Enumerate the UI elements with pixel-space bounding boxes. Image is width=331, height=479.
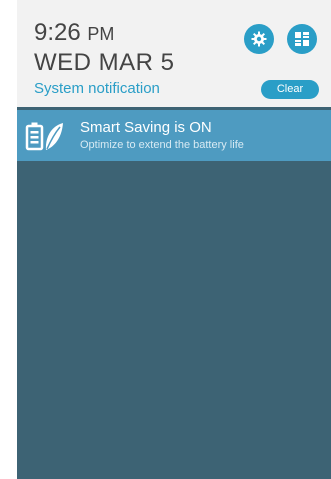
date-label: WED MAR 5 [34,49,175,76]
settings-button[interactable] [244,24,274,54]
notification-title: Smart Saving is ON [80,119,212,136]
clock-time: 9:26 [34,19,81,46]
notification-body: Optimize to extend the battery life [80,139,244,151]
clear-button[interactable]: Clear [261,80,319,99]
clock-ampm: PM [87,24,115,44]
notification-shade: 9:26 PM WED MAR 5 System notification Cl… [17,0,331,479]
battery-leaf-icon [25,122,63,151]
quick-settings-button[interactable] [287,24,317,54]
section-title: System notification [34,80,160,97]
gear-icon [251,31,267,47]
notification-header: 9:26 PM WED MAR 5 System notification Cl… [17,0,331,107]
clock: 9:26 PM [34,20,114,47]
quick-settings-icon [295,32,309,46]
notification-card[interactable]: Smart Saving is ON Optimize to extend th… [17,110,331,161]
